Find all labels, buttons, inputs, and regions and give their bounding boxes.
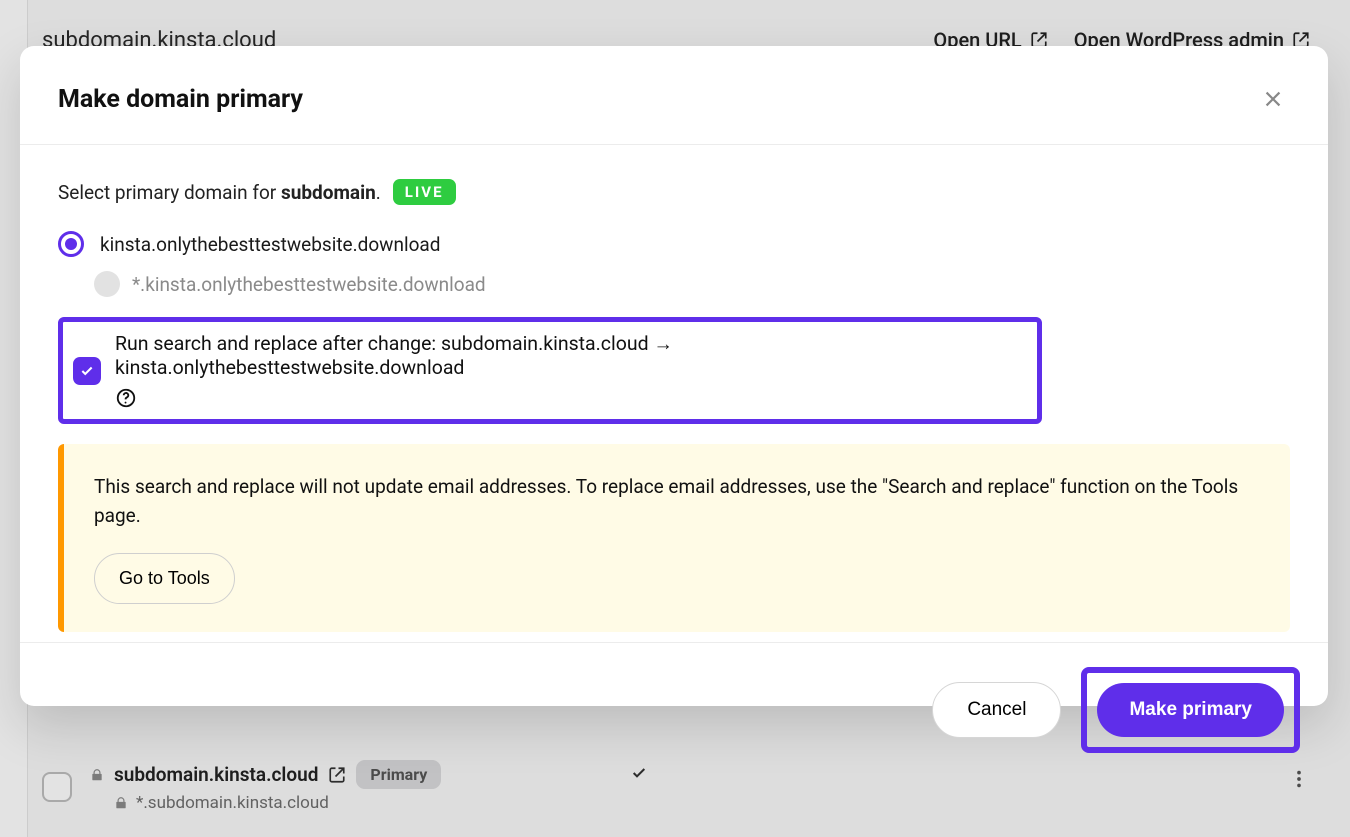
go-to-tools-button[interactable]: Go to Tools: [94, 553, 235, 604]
search-replace-label: Run search and replace after change: sub…: [115, 332, 1023, 379]
notice-text: This search and replace will not update …: [94, 472, 1260, 531]
search-replace-option: Run search and replace after change: sub…: [58, 317, 1042, 424]
subhead-prefix: Select primary domain for: [58, 181, 281, 204]
help-icon[interactable]: [115, 387, 137, 409]
radio-selected-icon: [58, 231, 84, 257]
make-primary-highlight: Make primary: [1081, 667, 1300, 753]
live-badge: LIVE: [393, 179, 456, 205]
search-replace-notice: This search and replace will not update …: [58, 444, 1290, 632]
domain-radio-group: kinsta.onlythebesttestwebsite.download *…: [58, 231, 1290, 297]
subhead-site: subdomain: [281, 181, 376, 204]
close-button[interactable]: [1256, 82, 1290, 116]
domain-option-selected[interactable]: kinsta.onlythebesttestwebsite.download: [58, 231, 1290, 257]
radio-disabled-icon: [94, 271, 120, 297]
modal-subhead: Select primary domain for subdomain. LIV…: [58, 179, 1290, 205]
make-primary-button[interactable]: Make primary: [1097, 683, 1284, 737]
check-icon: [80, 364, 94, 378]
close-icon: [1262, 88, 1284, 110]
modal-title: Make domain primary: [58, 85, 303, 114]
domain-option-wildcard: *.kinsta.onlythebesttestwebsite.download: [94, 271, 1290, 297]
domain-option-label: kinsta.onlythebesttestwebsite.download: [100, 233, 440, 256]
modal-footer: Cancel Make primary: [20, 642, 1328, 781]
subhead-suffix: .: [376, 181, 381, 204]
domain-wildcard-label: *.kinsta.onlythebesttestwebsite.download: [132, 273, 486, 296]
make-primary-modal: Make domain primary Select primary domai…: [20, 46, 1328, 706]
modal-overlay: Make domain primary Select primary domai…: [0, 0, 1350, 837]
search-replace-checkbox[interactable]: [73, 357, 101, 385]
cancel-button[interactable]: Cancel: [932, 682, 1061, 738]
